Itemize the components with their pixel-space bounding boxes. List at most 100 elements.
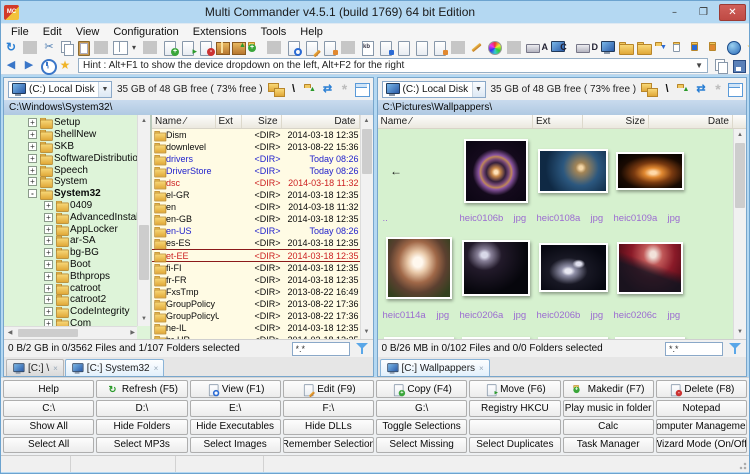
calc-button[interactable]: Calc: [562, 418, 654, 435]
color-settings-icon[interactable]: [488, 41, 502, 55]
copy-button[interactable]: Copy (F4): [376, 380, 468, 399]
menu-edit[interactable]: Edit: [36, 24, 69, 39]
tree-item[interactable]: + SoftwareDistribution: [4, 152, 137, 165]
tree-item[interactable]: + catroot: [4, 282, 137, 295]
column-size[interactable]: Size: [242, 115, 282, 128]
doc-blue-icon[interactable]: [378, 41, 394, 56]
tab-close-icon[interactable]: ×: [479, 364, 484, 373]
thumbnail-item[interactable]: [458, 323, 535, 339]
doc-orange-icon[interactable]: [432, 41, 448, 56]
tree-expander[interactable]: +: [28, 165, 37, 175]
notepad-button[interactable]: Notepad: [655, 400, 747, 417]
history-icon[interactable]: [40, 58, 57, 75]
drive-dropdown-icon[interactable]: ▼: [471, 81, 485, 97]
file-row[interactable]: GroupPolicy <DIR> 2013-08-22 17:36: [152, 298, 360, 311]
favorites-star-icon[interactable]: [58, 59, 72, 72]
select-mp3s-button[interactable]: Select MP3s: [96, 436, 188, 453]
separator[interactable]: [94, 41, 108, 54]
combo-dropdown-icon[interactable]: ▼: [695, 61, 703, 70]
help-button[interactable]: Help: [3, 380, 95, 399]
drive-g-button[interactable]: G:\: [376, 400, 468, 417]
thumbnail-image[interactable]: [386, 236, 452, 299]
drive-a-icon[interactable]: [526, 41, 548, 54]
tree-item[interactable]: + System: [4, 176, 137, 189]
scroll-down-icon[interactable]: ▼: [361, 326, 373, 339]
tree-expander[interactable]: +: [44, 295, 53, 305]
thumbnail-image[interactable]: [462, 239, 530, 296]
drive-d-button[interactable]: D:\: [96, 400, 188, 417]
column-name[interactable]: Name ⁄: [152, 115, 216, 128]
scroll-up-icon[interactable]: ▲: [734, 129, 746, 142]
scroll-thumb[interactable]: [361, 129, 372, 174]
column-date[interactable]: Date: [282, 115, 360, 128]
file-row[interactable]: el-GR <DIR> 2014-03-18 12:35: [152, 189, 360, 202]
tree-expander[interactable]: +: [28, 153, 37, 163]
column-size[interactable]: Size: [583, 115, 649, 128]
tree-expander[interactable]: +: [28, 141, 37, 151]
drive-c-icon[interactable]: [551, 41, 573, 54]
view-mode-icon[interactable]: [728, 82, 743, 97]
back-icon[interactable]: [4, 59, 18, 72]
menu-extensions[interactable]: Extensions: [186, 24, 254, 39]
registry-hkcu-button[interactable]: Registry HKCU: [469, 400, 561, 417]
wizard-mode-button[interactable]: Wizard Mode (On/Off): [655, 436, 747, 453]
tree-expander[interactable]: +: [44, 248, 53, 258]
doc-plain2-icon[interactable]: [414, 41, 428, 56]
go-parent-icon[interactable]: [677, 83, 695, 98]
thumbnail-item[interactable]: heic0109a jpg: [612, 129, 689, 226]
tree-item[interactable]: + 0409: [4, 200, 137, 212]
scroll-right-icon[interactable]: ▶: [125, 327, 137, 339]
right-path-bar[interactable]: C:\Pictures\Wallpappers\: [377, 100, 746, 115]
thumbnail-item[interactable]: heic0114a jpg: [381, 226, 458, 323]
thumbnail-image[interactable]: [617, 241, 683, 294]
file-row[interactable]: FxsTmp <DIR> 2013-08-22 16:49: [152, 286, 360, 299]
file-row[interactable]: en-GB <DIR> 2014-03-18 12:35: [152, 213, 360, 226]
thumbnail-item[interactable]: [535, 323, 612, 339]
tree-expander[interactable]: +: [28, 177, 37, 187]
favorites-icon[interactable]: [745, 41, 749, 54]
command-line-combo[interactable]: Hint : Alt+F1 to show the device dropdow…: [78, 57, 708, 73]
thumbnail-image[interactable]: [538, 148, 608, 193]
column-ext[interactable]: Ext: [216, 115, 242, 128]
tree-expander[interactable]: +: [44, 307, 53, 317]
file-row[interactable]: DriverStore <DIR> Today 08:26: [152, 165, 360, 178]
explode-view-icon[interactable]: [711, 83, 725, 96]
folder-down-icon[interactable]: [655, 41, 672, 56]
separator[interactable]: [143, 41, 157, 54]
menu-file[interactable]: File: [4, 24, 36, 39]
thumbnail-item[interactable]: [381, 323, 458, 339]
thumbnail-item[interactable]: [612, 323, 689, 339]
tree-item[interactable]: + Boot: [4, 259, 137, 271]
copy-icon[interactable]: [60, 41, 74, 56]
tree-expander[interactable]: +: [44, 283, 53, 293]
drive-d-icon[interactable]: [576, 41, 598, 54]
scroll-thumb[interactable]: [18, 329, 78, 337]
scroll-down-icon[interactable]: ▼: [734, 326, 746, 339]
play-music-button[interactable]: Play music in folder: [562, 400, 654, 417]
filter-funnel-icon[interactable]: [355, 342, 369, 355]
resize-grip[interactable]: [737, 460, 747, 470]
scroll-thumb[interactable]: [735, 143, 745, 208]
tree-item[interactable]: + bg-BG: [4, 247, 137, 260]
explorer-settings-icon[interactable]: [4, 41, 18, 54]
file-row[interactable]: fr-FR <DIR> 2014-03-18 12:35: [152, 274, 360, 287]
remember-selection-button[interactable]: Remember Selection: [282, 436, 374, 453]
tree-item[interactable]: + catroot2: [4, 294, 137, 307]
tree-item[interactable]: + Speech: [4, 164, 137, 177]
folder-favorites2-icon[interactable]: [637, 41, 652, 55]
menu-help[interactable]: Help: [293, 24, 330, 39]
cut-icon[interactable]: [42, 41, 56, 54]
menu-view[interactable]: View: [69, 24, 107, 39]
separator[interactable]: [23, 41, 37, 54]
hide-folders-button[interactable]: Hide Folders: [96, 418, 188, 435]
tree-expander[interactable]: +: [28, 118, 37, 128]
filter-input[interactable]: [291, 341, 350, 356]
drive-f-button[interactable]: F:\: [282, 400, 374, 417]
thumbnail-image[interactable]: [538, 243, 608, 292]
export-file-icon[interactable]: [180, 41, 197, 57]
select-all-button[interactable]: Select All: [3, 436, 95, 453]
menu-configuration[interactable]: Configuration: [106, 24, 185, 39]
tree-item[interactable]: + AdvancedInstallers: [4, 211, 137, 224]
column-name[interactable]: Name ⁄: [378, 115, 533, 128]
drive-dropdown-icon[interactable]: ▼: [98, 81, 111, 97]
